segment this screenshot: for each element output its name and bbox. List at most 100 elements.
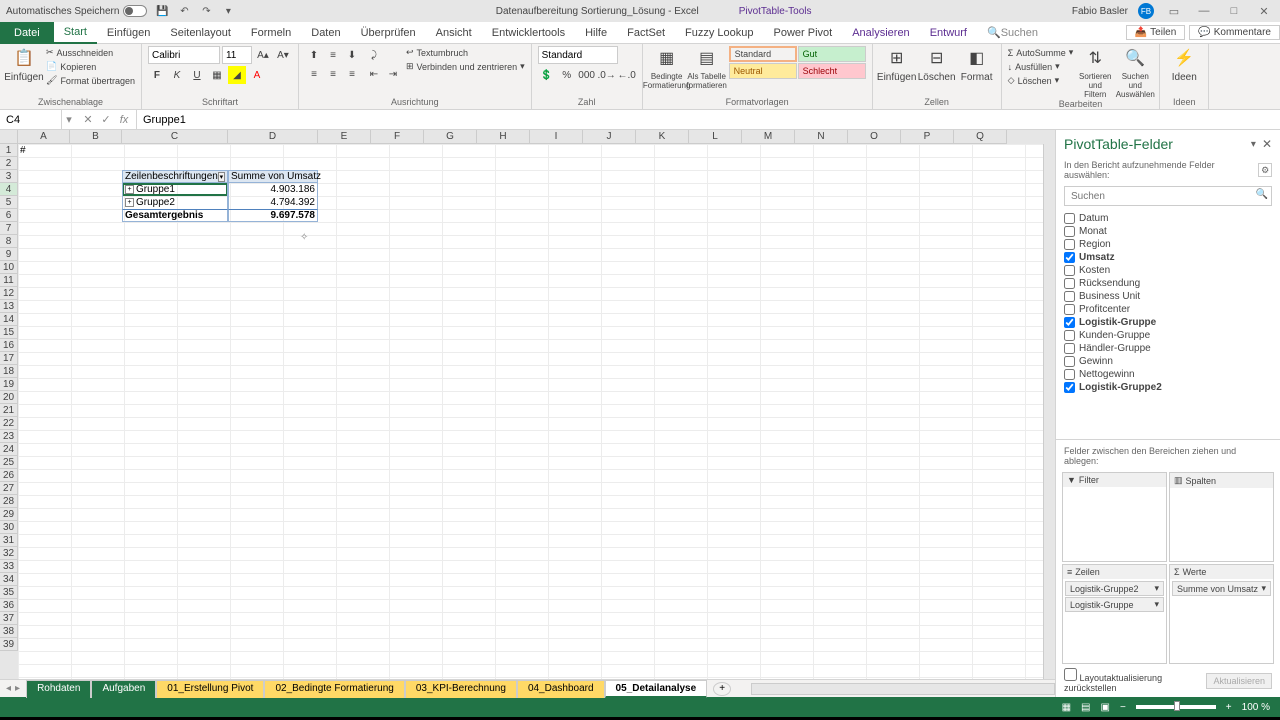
- italic-button[interactable]: K: [168, 66, 186, 84]
- cell-a1[interactable]: #: [18, 144, 70, 157]
- pivot-filter-icon[interactable]: ▾: [218, 172, 225, 182]
- col-header-E[interactable]: E: [318, 130, 371, 144]
- row-header-29[interactable]: 29: [0, 508, 18, 521]
- field-kunden-gruppe[interactable]: Kunden-Gruppe: [1064, 329, 1272, 342]
- row-header-17[interactable]: 17: [0, 352, 18, 365]
- tab-file[interactable]: Datei: [0, 22, 54, 44]
- col-header-Q[interactable]: Q: [954, 130, 1007, 144]
- tab-formulas[interactable]: Formeln: [241, 22, 301, 44]
- clear-button[interactable]: ◇ Löschen ▾: [1008, 74, 1074, 87]
- save-icon[interactable]: 💾: [155, 4, 169, 18]
- update-button[interactable]: Aktualisieren: [1206, 673, 1272, 689]
- style-bad[interactable]: Schlecht: [798, 63, 866, 79]
- row-header-11[interactable]: 11: [0, 274, 18, 287]
- tell-me[interactable]: 🔍 Suchen: [977, 22, 1048, 44]
- defer-layout-checkbox[interactable]: Layoutaktualisierung zurückstellen: [1064, 668, 1206, 693]
- horizontal-scrollbar[interactable]: [751, 683, 1055, 695]
- orientation-icon[interactable]: ⤸: [365, 46, 383, 64]
- col-header-O[interactable]: O: [848, 130, 901, 144]
- col-header-I[interactable]: I: [530, 130, 583, 144]
- area-values[interactable]: ΣWerte Summe von Umsatz▾: [1169, 564, 1274, 664]
- row-header-35[interactable]: 35: [0, 586, 18, 599]
- zoom-level[interactable]: 100 %: [1242, 702, 1270, 713]
- fx-icon[interactable]: fx: [116, 114, 132, 126]
- insert-cells-button[interactable]: ⊞Einfügen: [879, 46, 915, 83]
- row-header-14[interactable]: 14: [0, 313, 18, 326]
- field-monat[interactable]: Monat: [1064, 225, 1272, 238]
- bold-button[interactable]: F: [148, 66, 166, 84]
- col-header-J[interactable]: J: [583, 130, 636, 144]
- expand-icon[interactable]: +: [125, 185, 134, 194]
- row-header-13[interactable]: 13: [0, 300, 18, 313]
- row-header-27[interactable]: 27: [0, 482, 18, 495]
- row-header-8[interactable]: 8: [0, 235, 18, 248]
- row-header-26[interactable]: 26: [0, 469, 18, 482]
- paste-button[interactable]: 📋Einfügen: [6, 46, 42, 83]
- copy-button[interactable]: 📄 Kopieren: [46, 60, 135, 73]
- merge-button[interactable]: ⊞ Verbinden und zentrieren ▾: [406, 60, 525, 73]
- pivot-row-header[interactable]: Zeilenbeschriftungen▾: [122, 170, 228, 183]
- row-header-28[interactable]: 28: [0, 495, 18, 508]
- zoom-out-icon[interactable]: −: [1120, 702, 1126, 713]
- sheet-tab-rohdaten[interactable]: Rohdaten: [26, 680, 91, 698]
- conditional-format-button[interactable]: ▦Bedingte Formatierung: [649, 46, 685, 90]
- pivot-value-header[interactable]: Summe von Umsatz: [228, 170, 318, 183]
- comments-button[interactable]: 💬 Kommentare: [1189, 25, 1280, 40]
- currency-icon[interactable]: 💲: [538, 66, 556, 84]
- zoom-in-icon[interactable]: +: [1226, 702, 1232, 713]
- field-pane-gear-icon[interactable]: ⚙: [1258, 163, 1272, 177]
- row-pill[interactable]: Logistik-Gruppe▾: [1065, 597, 1164, 612]
- row-header-31[interactable]: 31: [0, 534, 18, 547]
- align-left-icon[interactable]: ≡: [305, 65, 323, 83]
- expand-icon[interactable]: +: [125, 198, 134, 207]
- style-neutral[interactable]: Neutral: [729, 63, 797, 79]
- tab-review[interactable]: Überprüfen: [351, 22, 426, 44]
- shrink-font-icon[interactable]: A▾: [274, 46, 292, 64]
- add-sheet-button[interactable]: +: [713, 682, 731, 696]
- minimize-icon[interactable]: —: [1194, 1, 1214, 21]
- row-header-10[interactable]: 10: [0, 261, 18, 274]
- tab-help[interactable]: Hilfe: [575, 22, 617, 44]
- col-header-B[interactable]: B: [70, 130, 122, 144]
- field-business-unit[interactable]: Business Unit: [1064, 290, 1272, 303]
- delete-cells-button[interactable]: ⊟Löschen: [919, 46, 955, 83]
- format-painter-button[interactable]: 🖌 Format übertragen: [46, 74, 135, 87]
- tab-pagelayout[interactable]: Seitenlayout: [160, 22, 241, 44]
- grow-font-icon[interactable]: A▴: [254, 46, 272, 64]
- row-header-19[interactable]: 19: [0, 378, 18, 391]
- row-header-33[interactable]: 33: [0, 560, 18, 573]
- percent-icon[interactable]: %: [558, 66, 576, 84]
- col-header-D[interactable]: D: [228, 130, 318, 144]
- row-header-21[interactable]: 21: [0, 404, 18, 417]
- fill-color-button[interactable]: ◢: [228, 66, 246, 84]
- col-header-C[interactable]: C: [122, 130, 228, 144]
- row-header-2[interactable]: 2: [0, 157, 18, 170]
- pivot-row-0[interactable]: +Gruppe1: [122, 183, 228, 196]
- font-size-select[interactable]: [222, 46, 252, 64]
- pivot-value-0[interactable]: 4.903.186: [228, 183, 318, 196]
- col-header-L[interactable]: L: [689, 130, 742, 144]
- autosum-button[interactable]: Σ AutoSumme ▾: [1008, 46, 1074, 59]
- font-color-button[interactable]: A: [248, 66, 266, 84]
- style-standard[interactable]: Standard: [729, 46, 797, 62]
- fill-button[interactable]: ↓ Ausfüllen ▾: [1008, 60, 1074, 73]
- field-h-ndler-gruppe[interactable]: Händler-Gruppe: [1064, 342, 1272, 355]
- row-header-18[interactable]: 18: [0, 365, 18, 378]
- row-header-39[interactable]: 39: [0, 638, 18, 651]
- sheet-tab-04-dashboard[interactable]: 04_Dashboard: [517, 680, 605, 698]
- sheet-nav-last-icon[interactable]: ▸: [15, 683, 20, 694]
- font-name-select[interactable]: [148, 46, 220, 64]
- field-nettogewinn[interactable]: Nettogewinn: [1064, 368, 1272, 381]
- tab-view[interactable]: Ansicht: [426, 22, 482, 44]
- field-profitcenter[interactable]: Profitcenter: [1064, 303, 1272, 316]
- field-pane-options-icon[interactable]: ▾: [1251, 139, 1256, 150]
- sheet-nav-first-icon[interactable]: ◂: [6, 683, 11, 694]
- sheet-tab-01-erstellung-pivot[interactable]: 01_Erstellung Pivot: [156, 680, 264, 698]
- row-header-37[interactable]: 37: [0, 612, 18, 625]
- tab-data[interactable]: Daten: [301, 22, 350, 44]
- row-header-6[interactable]: 6: [0, 209, 18, 222]
- col-header-A[interactable]: A: [18, 130, 70, 144]
- tab-analyze[interactable]: Analysieren: [842, 22, 919, 44]
- tab-factset[interactable]: FactSet: [617, 22, 675, 44]
- view-break-icon[interactable]: ▣: [1101, 702, 1110, 713]
